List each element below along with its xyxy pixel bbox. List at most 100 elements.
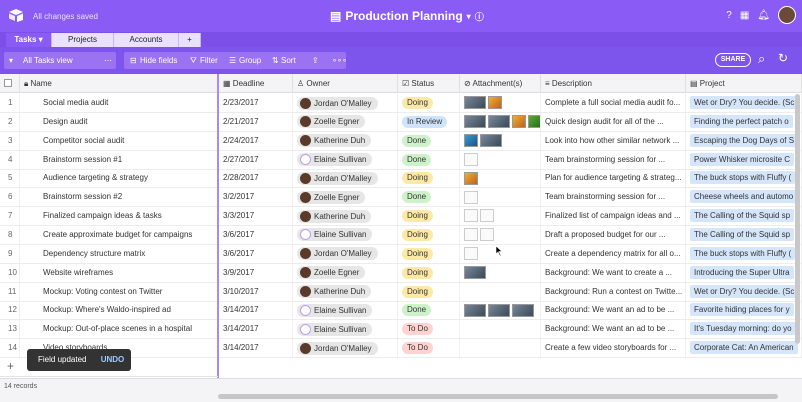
sort-button[interactable]: Sort — [281, 53, 296, 68]
cell-deadline[interactable]: 3/14/2017 — [219, 301, 293, 320]
column-header-attachments[interactable]: ⊘ Attachment(s) — [460, 74, 541, 93]
cell-owner[interactable]: Elaine Sullivan — [293, 225, 398, 244]
row-number[interactable]: 13 — [0, 320, 20, 339]
cell-attachments[interactable] — [460, 301, 541, 320]
document-attachment-icon[interactable] — [480, 228, 494, 242]
cell-name[interactable]: Social media audit — [20, 94, 218, 112]
cell-name[interactable]: Competitor social audit — [20, 131, 218, 150]
cell-attachments[interactable] — [460, 112, 541, 131]
tab-accounts[interactable]: Accounts — [114, 33, 179, 47]
table-row[interactable]: 12 Mockup: Where's Waldo-inspired ad 3/14/… — [0, 301, 802, 321]
horizontal-scrollbar[interactable] — [218, 394, 778, 399]
table-row[interactable]: 6 Brainstorm session #2 3/2/2017 Zoelle Egn… — [0, 188, 802, 208]
document-attachment-icon[interactable] — [464, 228, 478, 242]
cell-project[interactable]: Wet or Dry? You decide. (Sc — [686, 282, 802, 301]
cell-status[interactable]: To Do — [398, 339, 460, 358]
select-all-checkbox[interactable] — [0, 74, 20, 93]
image-attachment-icon[interactable] — [464, 115, 486, 129]
row-number[interactable]: 6 — [0, 188, 20, 207]
cell-attachments[interactable] — [460, 169, 541, 188]
cell-owner[interactable]: Elaine Sullivan — [293, 301, 398, 320]
table-row[interactable]: 1 Social media audit 2/23/2017 Jordan O'Mal… — [0, 94, 802, 113]
history-icon[interactable]: ↻ — [778, 51, 788, 66]
base-title[interactable]: ▤ Production Planning ▾ ⓘ — [330, 9, 484, 23]
row-number[interactable]: 11 — [0, 282, 20, 301]
cell-name[interactable]: Create approximate budget for campaigns — [20, 225, 218, 244]
cell-attachments[interactable] — [460, 188, 541, 207]
document-attachment-icon[interactable] — [464, 247, 478, 261]
image-attachment-icon[interactable] — [512, 303, 534, 317]
more-icon[interactable]: ⋯ — [104, 53, 112, 68]
cell-deadline[interactable]: 3/9/2017 — [219, 263, 293, 282]
frozen-column-divider[interactable] — [217, 74, 219, 378]
cell-attachments[interactable] — [460, 263, 541, 282]
cell-status[interactable]: Doing — [398, 169, 460, 188]
row-number[interactable]: 8 — [0, 225, 20, 244]
cell-deadline[interactable]: 2/21/2017 — [219, 112, 293, 131]
cell-project[interactable]: The buck stops with Fluffy ( — [686, 169, 802, 188]
cell-name[interactable]: Dependency structure matrix — [20, 244, 218, 263]
hide-fields-button[interactable]: Hide fields — [140, 53, 177, 68]
cell-status[interactable]: Done — [398, 131, 460, 150]
table-row[interactable]: 10 Website wireframes 3/9/2017 Zoelle Egner… — [0, 263, 802, 283]
cell-project[interactable]: Introducing the Super Ultra — [686, 263, 802, 282]
cell-project[interactable]: The Calling of the Squid sp — [686, 225, 802, 244]
cell-deadline[interactable]: 2/28/2017 — [219, 169, 293, 188]
cell-status[interactable]: In Review — [398, 112, 460, 131]
cell-deadline[interactable]: 3/10/2017 — [219, 282, 293, 301]
project-link[interactable]: The buck stops with Fluffy ( — [690, 171, 796, 185]
cell-owner[interactable]: Zoelle Egner — [293, 112, 398, 131]
cell-deadline[interactable]: 3/6/2017 — [219, 244, 293, 263]
project-link[interactable]: Introducing the Super Ultra — [690, 265, 794, 279]
cell-description[interactable]: Background: We want to create a ... — [541, 263, 686, 282]
cell-owner[interactable]: Jordan O'Malley — [293, 339, 398, 358]
cell-owner[interactable]: Katherine Duh — [293, 207, 398, 226]
project-link[interactable]: It's Tuesday morning: do yo — [690, 322, 796, 336]
project-link[interactable]: Wet or Dry? You decide. (Sc — [690, 96, 799, 109]
cell-owner[interactable]: Jordan O'Malley — [293, 94, 398, 112]
cell-attachments[interactable] — [460, 282, 541, 301]
document-attachment-icon[interactable] — [464, 190, 478, 204]
cell-deadline[interactable]: 3/2/2017 — [219, 188, 293, 207]
project-link[interactable]: The buck stops with Fluffy ( — [690, 246, 796, 260]
cell-name[interactable]: Audience targeting & strategy — [20, 169, 218, 188]
cell-description[interactable]: Complete a full social media audit fo... — [541, 94, 686, 112]
cell-owner[interactable]: Katherine Duh — [293, 131, 398, 150]
cell-name[interactable]: Brainstorm session #1 — [20, 150, 218, 169]
row-number[interactable]: 1 — [0, 94, 20, 112]
row-number[interactable]: 14 — [0, 339, 20, 358]
cell-deadline[interactable]: 3/3/2017 — [219, 207, 293, 226]
tab-projects[interactable]: Projects — [52, 33, 114, 47]
project-link[interactable]: Wet or Dry? You decide. (Sc — [690, 284, 799, 298]
cell-status[interactable]: Done — [398, 301, 460, 320]
image-attachment-icon[interactable] — [488, 115, 510, 129]
cell-description[interactable]: Finalized list of campaign ideas and ... — [541, 207, 686, 226]
project-link[interactable]: The Calling of the Squid sp — [690, 227, 795, 241]
cell-description[interactable]: Background: We want an ad to be ... — [541, 320, 686, 339]
document-attachment-icon[interactable] — [480, 209, 494, 223]
column-header-description[interactable]: ≡ Description — [541, 74, 686, 93]
apps-icon[interactable]: ▦ — [740, 10, 749, 21]
add-row-button[interactable]: + — [7, 359, 14, 373]
cell-project[interactable]: The buck stops with Fluffy ( — [686, 244, 802, 263]
cell-project[interactable]: Finding the perfect patch o — [686, 112, 802, 131]
cell-status[interactable]: Doing — [398, 94, 460, 112]
cell-project[interactable]: It's Tuesday morning: do yo — [686, 320, 802, 339]
cell-owner[interactable]: Jordan O'Malley — [293, 244, 398, 263]
cell-status[interactable]: Doing — [398, 244, 460, 263]
avatar[interactable] — [778, 6, 796, 24]
table-row[interactable]: 7 Finalized campaign ideas & tasks 3/3/201… — [0, 207, 802, 227]
cell-owner[interactable]: Zoelle Egner — [293, 263, 398, 282]
cell-owner[interactable]: Jordan O'Malley — [293, 169, 398, 188]
row-number[interactable]: 5 — [0, 169, 20, 188]
column-header-deadline[interactable]: ▦ Deadline — [219, 74, 293, 93]
cell-name[interactable]: Mockup: Out-of-place scenes in a hospita… — [20, 320, 218, 339]
cell-name[interactable]: Website wireframes — [20, 263, 218, 282]
cell-project[interactable]: The Calling of the Squid sp — [686, 207, 802, 226]
cell-description[interactable]: Create a dependency matrix for all o... — [541, 244, 686, 263]
document-attachment-icon[interactable] — [464, 209, 478, 223]
cell-project[interactable]: Wet or Dry? You decide. (Sc — [686, 94, 802, 112]
cell-description[interactable]: Team brainstorming session for ... — [541, 150, 686, 169]
project-link[interactable]: Escaping the Dog Days of S — [690, 133, 799, 147]
group-button[interactable]: Group — [239, 53, 261, 68]
